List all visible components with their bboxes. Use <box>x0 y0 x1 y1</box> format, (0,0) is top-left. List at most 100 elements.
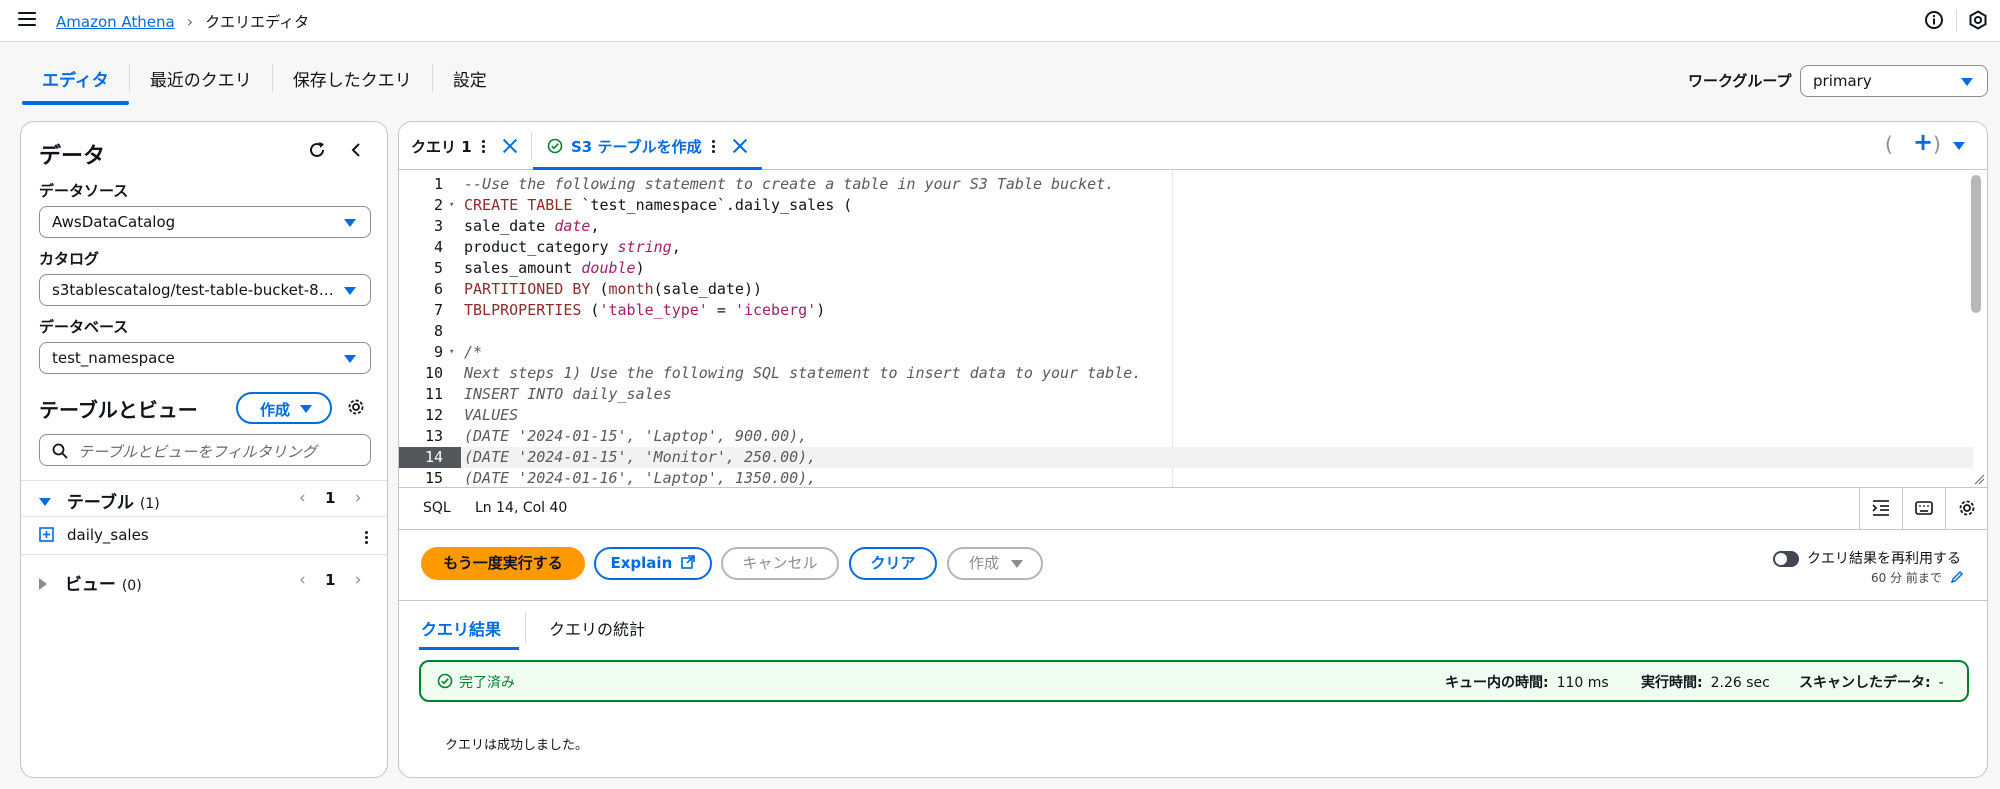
line-number: 4 <box>433 238 443 256</box>
fold-icon[interactable]: ▾ <box>449 200 454 210</box>
queue-time-value: 110 ms <box>1556 675 1609 691</box>
query-tab-create-s3-table[interactable]: S3 テーブルを作成 <box>533 122 762 170</box>
data-panel-title: データ <box>39 144 106 169</box>
database-label: データベース <box>39 318 129 336</box>
caret-down-icon <box>344 219 356 227</box>
line-number: 6 <box>433 280 443 298</box>
views-pager: ‹ 1 › <box>299 570 362 590</box>
scanned-data-label: スキャンしたデータ: <box>1799 675 1931 691</box>
catalog-value: s3tablescatalog/test-table-bucket-8d6... <box>52 281 338 299</box>
tables-views-title: テーブルとビュー <box>39 398 198 422</box>
external-link-icon <box>681 555 696 569</box>
tab-query-stats[interactable]: クエリの統計 <box>549 616 645 640</box>
check-circle-icon <box>547 138 563 154</box>
expand-caret-icon <box>39 578 47 590</box>
close-icon[interactable] <box>732 138 748 154</box>
line-number: 14 <box>399 447 461 468</box>
tab-recent-queries[interactable]: 最近のクエリ <box>130 58 272 103</box>
line-number: 1 <box>433 175 443 193</box>
queue-time: キュー内の時間: 110 ms <box>1445 672 1609 692</box>
sql-editor[interactable]: 1 2 ▾ 3 4 5 6 7 8 9 ▾ 10 11 12 13 14 15 --Use the follow… <box>399 171 1987 487</box>
collapse-chevron-icon[interactable] <box>347 141 365 159</box>
views-section-label: ビュー <box>64 575 116 595</box>
tab-query-results[interactable]: クエリ結果 <box>421 616 501 640</box>
gear-icon[interactable] <box>347 398 365 416</box>
table-item-label: daily_sales <box>67 526 149 544</box>
keyboard-icon[interactable] <box>1902 488 1945 529</box>
clear-button[interactable]: クリア <box>849 547 937 580</box>
tab-editor[interactable]: エディタ <box>22 58 129 105</box>
close-icon[interactable] <box>502 138 518 154</box>
tab-scroll-left-icon[interactable]: ( <box>1885 132 1893 156</box>
catalog-select[interactable]: s3tablescatalog/test-table-bucket-8d6... <box>39 274 371 306</box>
table-expand-icon <box>39 527 54 542</box>
workgroup-select[interactable]: primary <box>1800 65 1988 97</box>
editor-settings-icon[interactable] <box>1945 488 1987 529</box>
run-again-button[interactable]: もう一度実行する <box>421 547 585 580</box>
search-icon <box>52 443 68 459</box>
chevron-right-icon[interactable]: › <box>355 570 362 590</box>
line-number: 11 <box>424 385 443 403</box>
line-number: 9 <box>433 343 443 361</box>
tab-menu-caret-icon[interactable] <box>1953 142 1965 150</box>
tab-settings[interactable]: 設定 <box>433 58 507 103</box>
menu-icon[interactable] <box>18 12 36 28</box>
query-tab-label: クエリ 1 <box>411 137 472 156</box>
result-message: クエリは成功しました。 <box>445 738 589 753</box>
chevron-left-icon[interactable]: ‹ <box>299 570 306 590</box>
reuse-window-label: 60 分 前まで <box>1871 571 1942 585</box>
line-number: 12 <box>424 406 443 424</box>
add-tab-icon[interactable]: + <box>1913 128 1933 156</box>
scanned-data-value: - <box>1938 675 1944 691</box>
explain-button[interactable]: Explain <box>594 547 712 580</box>
divider <box>21 480 387 481</box>
editor-scrollbar[interactable] <box>1971 175 1981 313</box>
database-select[interactable]: test_namespace <box>39 342 371 374</box>
reuse-window[interactable]: 60 分 前まで <box>1871 569 1964 586</box>
code-line: VALUES <box>464 406 519 424</box>
create-button[interactable]: 作成 <box>947 547 1043 580</box>
create-table-button[interactable]: 作成 <box>236 392 332 424</box>
resize-handle-icon[interactable] <box>1973 473 1985 485</box>
line-number: 15 <box>424 469 443 487</box>
tables-pager: ‹ 1 › <box>299 488 362 508</box>
chevron-left-icon[interactable]: ‹ <box>299 488 306 508</box>
breadcrumb-current: クエリエディタ <box>205 13 310 31</box>
execution-time: 実行時間: 2.26 sec <box>1641 672 1770 692</box>
code-line: CREATE TABLE `test_namespace`.daily_sale… <box>464 196 853 214</box>
status-text: 完了済み <box>459 675 515 691</box>
settings-hex-icon[interactable] <box>1968 10 1988 30</box>
line-number: 10 <box>424 364 443 382</box>
breadcrumb-athena-link[interactable]: Amazon Athena <box>56 13 175 31</box>
fold-icon[interactable]: ▾ <box>449 347 454 357</box>
top-bar: Amazon Athena › クエリエディタ <box>0 0 2000 42</box>
format-icon[interactable] <box>1859 488 1902 529</box>
code-line: PARTITIONED BY (month(sale_date)) <box>464 280 763 298</box>
code-line: --Use the following statement to create … <box>464 175 1115 193</box>
tab-divider <box>531 132 532 160</box>
table-actions-icon[interactable] <box>365 529 369 546</box>
tab-divider <box>525 612 526 642</box>
datasource-select[interactable]: AwsDataCatalog <box>39 206 371 238</box>
tab-actions-icon[interactable] <box>481 138 486 155</box>
query-tabs: クエリ 1 S3 テーブルを作成 ( + ) <box>399 122 1987 170</box>
refresh-icon[interactable] <box>307 140 327 160</box>
reuse-results-label: クエリ結果を再利用する <box>1807 551 1961 567</box>
query-tab-1[interactable]: クエリ 1 <box>411 122 518 170</box>
line-number: 5 <box>433 259 443 277</box>
execution-time-label: 実行時間: <box>1641 675 1703 691</box>
table-filter-input[interactable]: テーブルとビューをフィルタリング <box>39 434 371 466</box>
database-value: test_namespace <box>52 349 175 367</box>
tab-saved-queries[interactable]: 保存したクエリ <box>273 58 432 103</box>
tab-actions-icon[interactable] <box>711 138 716 155</box>
tables-section-label: テーブル <box>66 493 134 513</box>
cancel-button[interactable]: キャンセル <box>721 547 839 580</box>
reuse-results-toggle[interactable] <box>1773 551 1799 567</box>
table-item-daily-sales[interactable]: daily_sales <box>39 526 149 544</box>
caret-down-icon <box>1961 78 1973 86</box>
chevron-right-icon[interactable]: › <box>355 488 362 508</box>
info-icon[interactable] <box>1924 10 1944 30</box>
code-line: Next steps 1) Use the following SQL stat… <box>464 364 1142 382</box>
tab-scroll-right-icon[interactable]: ) <box>1933 132 1941 156</box>
editor-status-bar: SQL Ln 14, Col 40 <box>399 487 1987 530</box>
